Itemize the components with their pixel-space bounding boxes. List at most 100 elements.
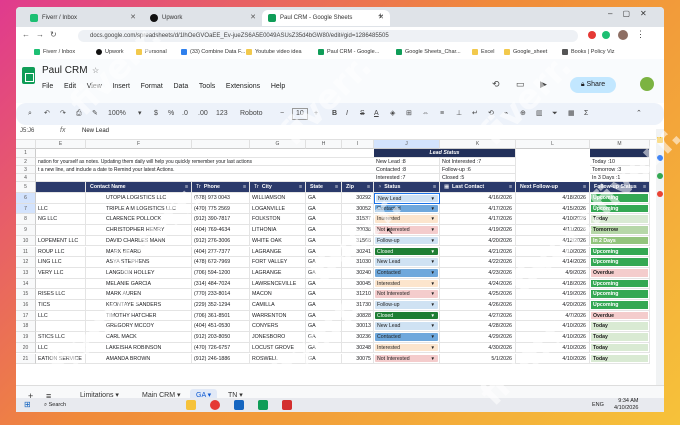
comment-icon[interactable]: ▭ (516, 79, 525, 90)
city-cell[interactable]: JONESBORO (250, 332, 306, 343)
phone-cell[interactable]: (912) 390-7817 (192, 214, 250, 226)
number-format-icon[interactable]: 123 (216, 108, 228, 120)
status-cell[interactable]: Closed ▼ (374, 246, 440, 258)
followup-status-cell[interactable]: Upcoming (590, 193, 650, 204)
zip-cell[interactable]: 31568 (342, 235, 374, 247)
language-indicator[interactable]: ENG (592, 400, 604, 410)
company-cell[interactable]: LLC (36, 342, 86, 354)
redo-icon[interactable]: ↷ (60, 108, 66, 120)
last-contact-cell[interactable]: 4/20/2026 (440, 235, 516, 247)
state-cell[interactable]: GA (306, 246, 342, 258)
search-icon[interactable]: ⌕ (28, 108, 32, 120)
status-cell[interactable]: Contacted ▼ (374, 332, 440, 343)
row-header[interactable]: 12 (16, 257, 36, 268)
tab-paul-crm[interactable]: Paul CRM - Google Sheets ✕ (262, 10, 390, 26)
phone-cell[interactable]: (478) 672-7969 (192, 257, 250, 268)
merge-icon[interactable]: ⇔ (422, 108, 429, 120)
status-dropdown[interactable]: Follow-up ▼ (375, 301, 438, 309)
status-cell[interactable]: Follow-up ▼ (374, 300, 440, 311)
state-cell[interactable]: GA (306, 300, 342, 311)
status-cell[interactable]: Follow-up ▼ (374, 235, 440, 247)
align-icon[interactable]: ≡ (440, 108, 444, 120)
city-cell[interactable]: CAMILLA (250, 300, 306, 311)
last-contact-cell[interactable]: 4/26/2026 (440, 300, 516, 311)
menu-extensions[interactable]: Extensions (226, 83, 260, 90)
state-cell[interactable]: GA (306, 289, 342, 300)
state-cell[interactable]: GA (306, 214, 342, 226)
contact-name-cell[interactable]: DAVID CHARLES MANN (86, 235, 192, 247)
maps-icon[interactable] (657, 191, 663, 197)
last-contact-cell[interactable]: 4/17/2026 (440, 203, 516, 215)
header-next-followup[interactable]: Next Follow-up ≡ (516, 182, 590, 193)
column-header[interactable]: I (342, 140, 374, 149)
column-header[interactable]: E (36, 140, 86, 149)
header-last-contact[interactable]: ▦ Last Contact ≡ (440, 182, 516, 193)
new-tab-button[interactable]: + (378, 11, 383, 21)
history-icon[interactable]: ⟲ (492, 79, 500, 90)
row-header[interactable]: 17 (16, 310, 36, 322)
empty-cell[interactable] (36, 149, 374, 158)
bookmark-item[interactable]: Paul CRM - Google... (318, 47, 379, 57)
city-cell[interactable]: LAGRANGE (250, 267, 306, 279)
tab-upwork[interactable]: Upwork ✕ (144, 10, 262, 26)
menu-edit[interactable]: Edit (64, 83, 76, 90)
window-controls[interactable]: –▢✕ (608, 9, 657, 18)
contact-name-cell[interactable]: TIMOTHY HATCHER (86, 310, 192, 322)
last-contact-cell[interactable]: 4/21/2026 (440, 246, 516, 258)
zip-cell[interactable]: 30292 (342, 193, 374, 204)
header-state[interactable]: State ≡ (306, 182, 342, 193)
lead-count[interactable]: Interested :7 (374, 174, 440, 182)
filter-icon[interactable]: ≡ (643, 182, 646, 192)
city-cell[interactable]: ROSWELL (250, 353, 306, 365)
row-header[interactable]: 13 (16, 267, 36, 279)
menu-insert[interactable]: Insert (112, 83, 130, 90)
filter-views-icon[interactable]: ▦ (568, 108, 575, 120)
last-contact-cell[interactable]: 5/1/2026 (440, 353, 516, 365)
status-cell[interactable]: Contacted ▼ (374, 267, 440, 279)
state-cell[interactable]: GA (306, 342, 342, 354)
state-cell[interactable]: GA (306, 203, 342, 215)
city-cell[interactable]: WARRENTON (250, 310, 306, 322)
next-followup-cell[interactable]: 4/10/2026 (516, 342, 590, 354)
phone-cell[interactable]: (404) 277-7377 (192, 246, 250, 258)
contact-name-cell[interactable]: LAKEISHA ROBINSON (86, 342, 192, 354)
contact-name-cell[interactable]: MELANIE GARCIA (86, 278, 192, 290)
filter-icon[interactable]: ≡ (243, 182, 246, 192)
next-followup-cell[interactable]: 4/10/2026 (516, 246, 590, 258)
state-cell[interactable]: GA (306, 235, 342, 247)
next-followup-cell[interactable]: 4/9/2026 (516, 267, 590, 279)
followup-summary[interactable]: Tomorrow :3 (590, 166, 650, 174)
text-color-button[interactable]: A (374, 108, 379, 120)
filter-icon[interactable]: ≡ (335, 182, 338, 192)
status-cell[interactable]: Interested ▼ (374, 214, 440, 226)
status-cell[interactable]: Interested ▼ (374, 342, 440, 354)
status-dropdown[interactable]: Contacted ▼ (375, 204, 438, 213)
followup-status-cell[interactable]: Upcoming (590, 289, 650, 300)
company-cell[interactable]: LING LLC (36, 257, 86, 268)
row-header[interactable]: 5 (16, 182, 36, 193)
followup-status-cell[interactable]: Upcoming (590, 203, 650, 215)
status-dropdown[interactable]: Closed ▼ (375, 247, 438, 256)
state-cell[interactable]: GA (306, 225, 342, 236)
filter-icon[interactable]: ≡ (299, 182, 302, 192)
contact-name-cell[interactable]: GREGORY MCCOY (86, 321, 192, 333)
row-header[interactable]: 7 (16, 203, 36, 215)
phone-cell[interactable]: (404) 769-4634 (192, 225, 250, 236)
valign-icon[interactable]: ⊥ (456, 108, 462, 120)
close-icon[interactable]: ✕ (250, 10, 256, 26)
document-title[interactable]: Paul CRM (42, 65, 88, 76)
app-icon[interactable] (234, 400, 244, 410)
zip-cell[interactable]: 31730 (342, 300, 374, 311)
followup-summary[interactable]: Today :10 (590, 158, 650, 166)
followup-status-cell[interactable]: Today (590, 353, 650, 365)
company-cell[interactable]: VERY LLC (36, 267, 86, 279)
menu-format[interactable]: Format (141, 83, 163, 90)
chrome-icon[interactable] (210, 400, 220, 410)
name-box[interactable]: J5:J6 (20, 128, 34, 134)
last-contact-cell[interactable]: 4/27/2026 (440, 310, 516, 322)
print-icon[interactable]: ⎙ (76, 108, 82, 120)
row-header[interactable]: 18 (16, 321, 36, 333)
next-followup-cell[interactable]: 4/10/2026 (516, 332, 590, 343)
fill-color-icon[interactable]: ◈ (390, 108, 395, 120)
percent-icon[interactable]: % (168, 108, 174, 120)
